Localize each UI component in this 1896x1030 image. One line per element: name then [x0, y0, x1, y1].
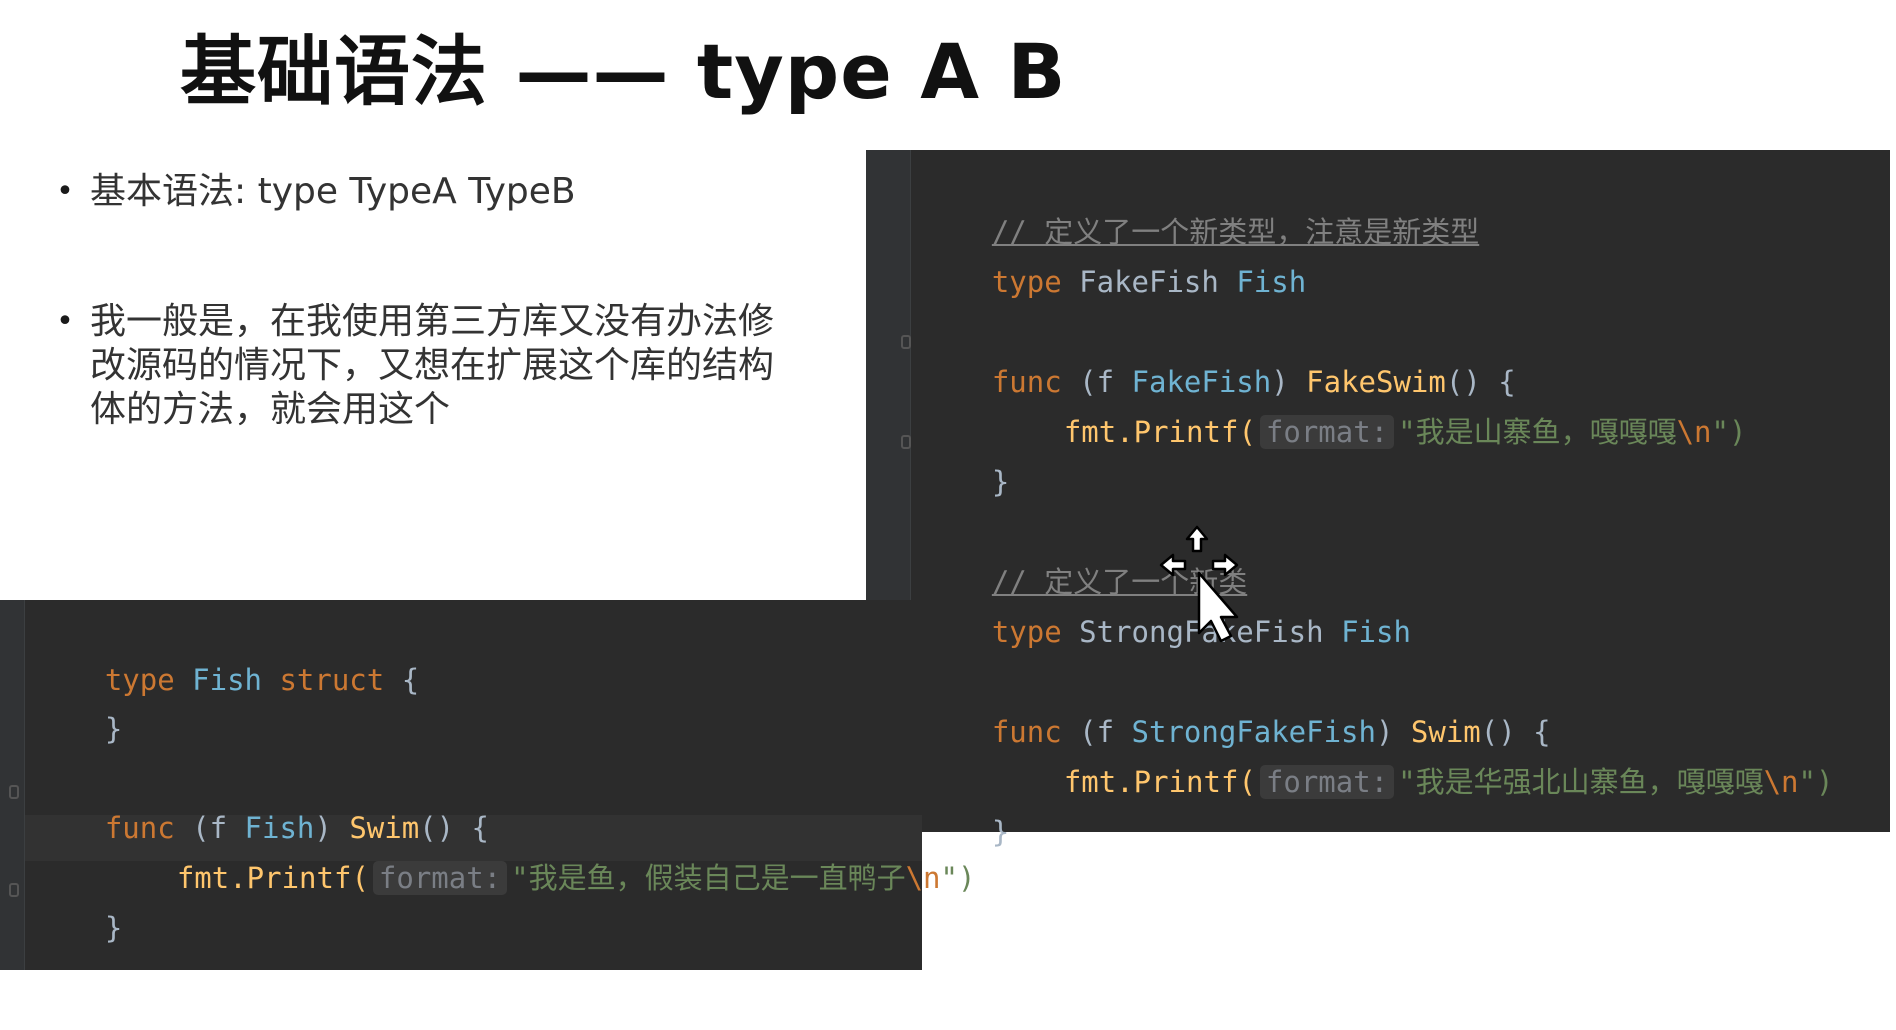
code-line: fmt.Printf(format: "我是鱼，假装自己是一直鸭子\n") [176, 861, 976, 895]
fold-icon[interactable] [9, 785, 19, 799]
code-line: type Fish struct { [104, 663, 420, 697]
code-line: type FakeFish Fish [991, 265, 1307, 299]
code-editor-left[interactable]: type Fish struct { } func (f Fish) Swim(… [0, 600, 975, 970]
bullet-text: 我一般是，在我使用第三方库又没有办法修改源码的情况下，又想在扩展这个库的结构体的… [90, 301, 775, 430]
bullet-item: • 基本语法: type TypeA TypeB [40, 170, 780, 214]
bullet-text: 基本语法: type TypeA TypeB [90, 171, 576, 212]
fold-icon[interactable] [901, 435, 911, 449]
code-line: fmt.Printf(format: "我是华强北山寨鱼，嘎嘎嘎\n") [1063, 765, 1834, 799]
parameter-hint: format: [372, 861, 508, 895]
code-line: } [991, 465, 1010, 499]
code-line: func (f Fish) Swim() { [104, 811, 490, 845]
bullet-marker: • [56, 304, 74, 339]
code-line: } [991, 815, 1010, 849]
slide-title: 基础语法 —— type A B [180, 27, 1067, 116]
parameter-hint: format: [1259, 415, 1395, 449]
parameter-hint: format: [1259, 765, 1395, 799]
code-line: func (f StrongFakeFish) Swim() { [991, 715, 1551, 749]
code-line: func (f FakeFish) FakeSwim() { [991, 365, 1516, 399]
fold-icon[interactable] [9, 883, 19, 897]
code-line: } [104, 911, 123, 945]
fold-icon[interactable] [901, 335, 911, 349]
code-line: fmt.Printf(format: "我是山寨鱼，嘎嘎嘎\n") [1063, 415, 1747, 449]
code-comment: // 定义了一个新类型，注意是新类型 [991, 215, 1480, 249]
bullet-marker: • [56, 174, 74, 209]
move-cursor-icon [1159, 525, 1239, 643]
bullet-item: • 我一般是，在我使用第三方库又没有办法修改源码的情况下，又想在扩展这个库的结构… [40, 300, 780, 432]
code-editor-right[interactable]: // 定义了一个新类型，注意是新类型 type FakeFish Fish fu… [866, 150, 1890, 849]
code-line: } [104, 712, 123, 746]
